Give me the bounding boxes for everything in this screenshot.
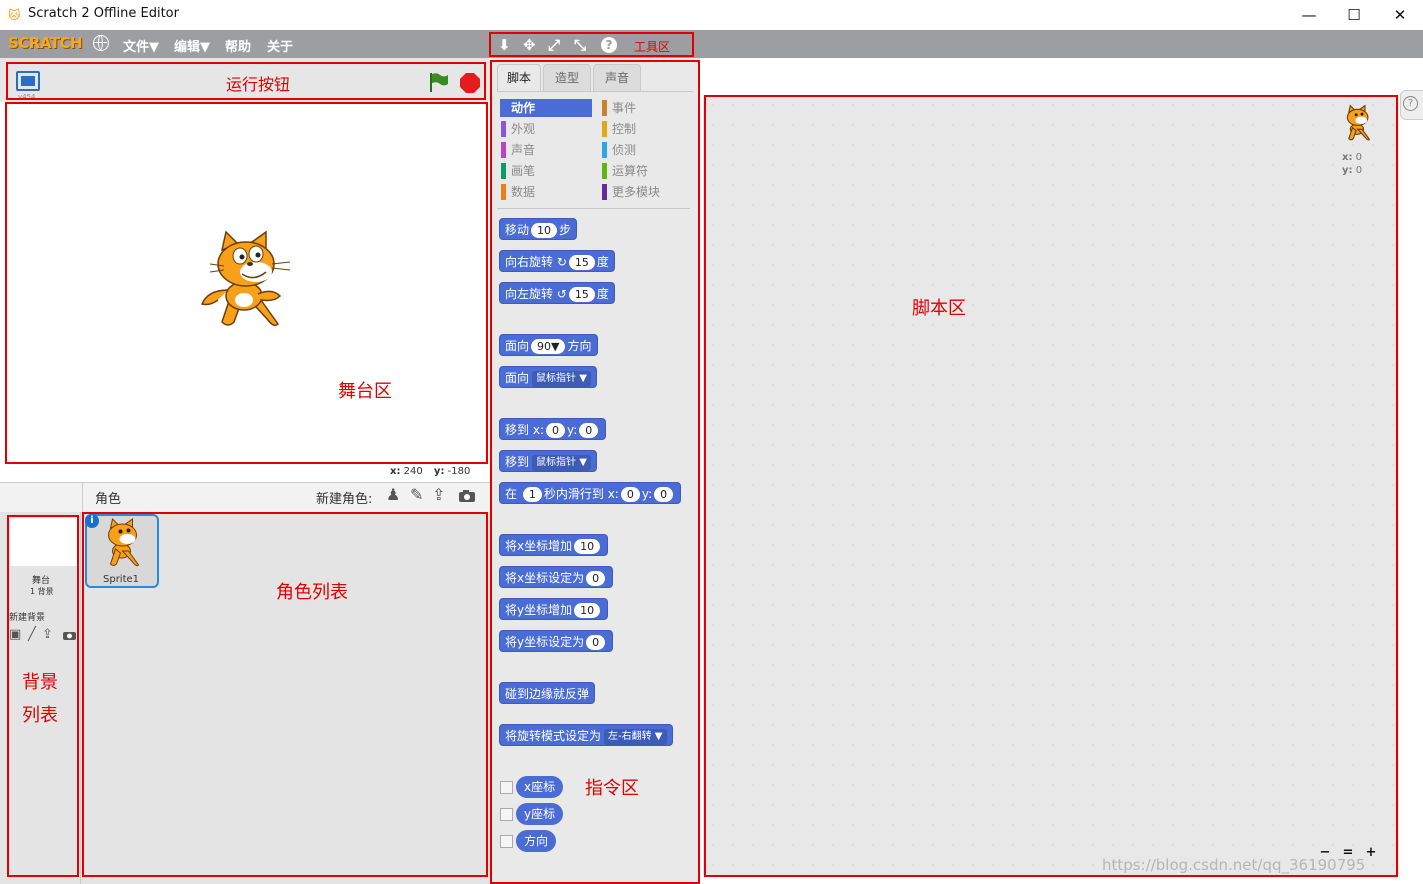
scripts-highlight — [704, 95, 1398, 877]
mouse-coordinates: x: 240 y: -180 — [390, 466, 470, 477]
stage-highlight — [5, 102, 488, 464]
camera-sprite-icon[interactable] — [458, 489, 476, 503]
close-button[interactable]: ✕ — [1377, 0, 1423, 30]
sprites-title: 角色 — [95, 492, 122, 507]
help-question-icon[interactable]: ? — [1403, 96, 1418, 111]
new-sprite-label: 新建角色: — [316, 492, 373, 507]
coord-y-value: -180 — [447, 466, 471, 477]
minimize-button[interactable]: — — [1286, 0, 1332, 30]
menu-bar — [0, 30, 1423, 58]
coord-x-value: 240 — [403, 466, 423, 477]
sprite-library-icon[interactable]: ♟ — [386, 485, 400, 504]
upload-sprite-icon[interactable]: ⇪ — [432, 485, 445, 504]
window-title: Scratch 2 Offline Editor — [28, 6, 179, 21]
backdrop-list-highlight — [7, 515, 79, 877]
coord-y-label: y: — [433, 466, 445, 477]
language-globe-icon[interactable] — [93, 35, 109, 51]
tools-area-highlight — [489, 32, 694, 57]
scratch-logo[interactable]: SCRATCH — [8, 34, 83, 52]
header-divider — [82, 483, 83, 512]
menu-about[interactable]: 关于 — [267, 36, 293, 55]
run-buttons-highlight — [6, 62, 486, 100]
paint-sprite-icon[interactable]: ✎ — [410, 485, 423, 504]
scratch-cat-icon: 🐱 — [8, 8, 21, 22]
sprite-list-highlight — [82, 512, 488, 877]
maximize-button[interactable]: ☐ — [1331, 0, 1377, 30]
menu-help[interactable]: 帮助 — [225, 36, 251, 55]
title-bar — [0, 0, 1423, 30]
menu-file[interactable]: 文件▼ — [123, 36, 159, 55]
palette-highlight — [490, 60, 700, 884]
menu-edit[interactable]: 编辑▼ — [174, 36, 210, 55]
coord-x-label: x: — [390, 466, 401, 477]
